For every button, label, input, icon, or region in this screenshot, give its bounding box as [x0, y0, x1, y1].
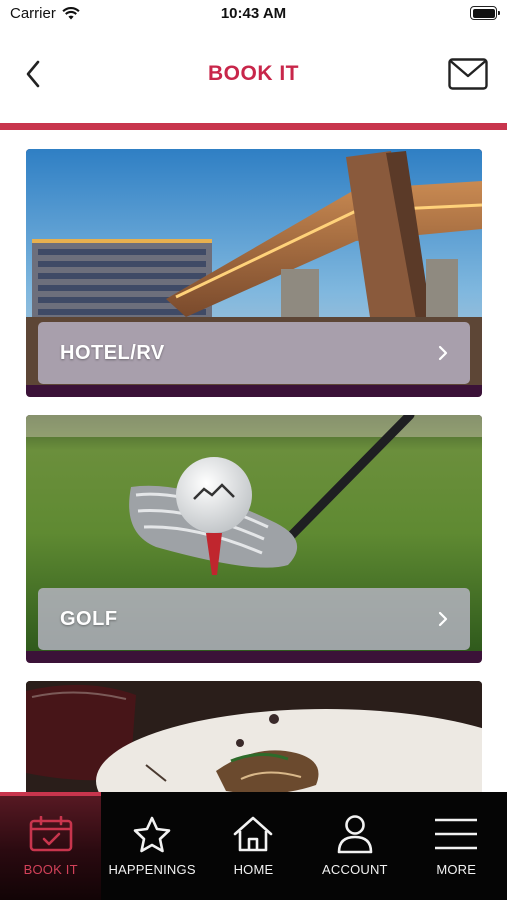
hotel-rv-card[interactable]: HOTEL/RV — [26, 149, 482, 397]
battery-icon — [470, 6, 500, 20]
tab-label: ACCOUNT — [322, 862, 388, 877]
page-title: BOOK IT — [208, 62, 299, 85]
booking-list[interactable]: HOTEL/RV GOLF — [0, 130, 507, 792]
mail-button[interactable] — [447, 56, 489, 92]
tab-bar: BOOK IT HAPPENINGS HOME ACCOUNT MORE — [0, 792, 507, 900]
dining-image — [26, 681, 482, 792]
person-icon — [332, 814, 378, 854]
tab-more[interactable]: MORE — [406, 792, 507, 900]
tab-book-it[interactable]: BOOK IT — [0, 792, 102, 900]
tab-label: HOME — [233, 862, 274, 877]
tab-label: BOOK IT — [23, 862, 78, 877]
status-time: 10:43 AM — [220, 5, 287, 22]
chevron-right-icon — [436, 344, 450, 362]
home-icon — [230, 814, 276, 854]
menu-icon — [433, 814, 479, 854]
nav-bar: BOOK IT — [0, 40, 507, 110]
mail-icon — [448, 58, 488, 90]
status-bar: Carrier 10:43 AM — [0, 0, 507, 30]
tab-label: MORE — [436, 862, 477, 877]
tab-account[interactable]: ACCOUNT — [304, 792, 405, 900]
golf-card[interactable]: GOLF — [26, 415, 482, 663]
calendar-check-icon — [28, 814, 74, 854]
tab-happenings[interactable]: HAPPENINGS — [101, 792, 202, 900]
tab-home[interactable]: HOME — [203, 792, 304, 900]
star-icon — [129, 814, 175, 854]
dining-card[interactable] — [26, 681, 482, 792]
header-divider — [0, 123, 507, 130]
golf-bar: GOLF — [38, 588, 470, 650]
tab-label: HAPPENINGS — [108, 862, 196, 877]
card-label: GOLF — [60, 607, 118, 630]
chevron-right-icon — [436, 610, 450, 628]
card-label: HOTEL/RV — [60, 341, 165, 364]
hotel-rv-bar: HOTEL/RV — [38, 322, 470, 384]
